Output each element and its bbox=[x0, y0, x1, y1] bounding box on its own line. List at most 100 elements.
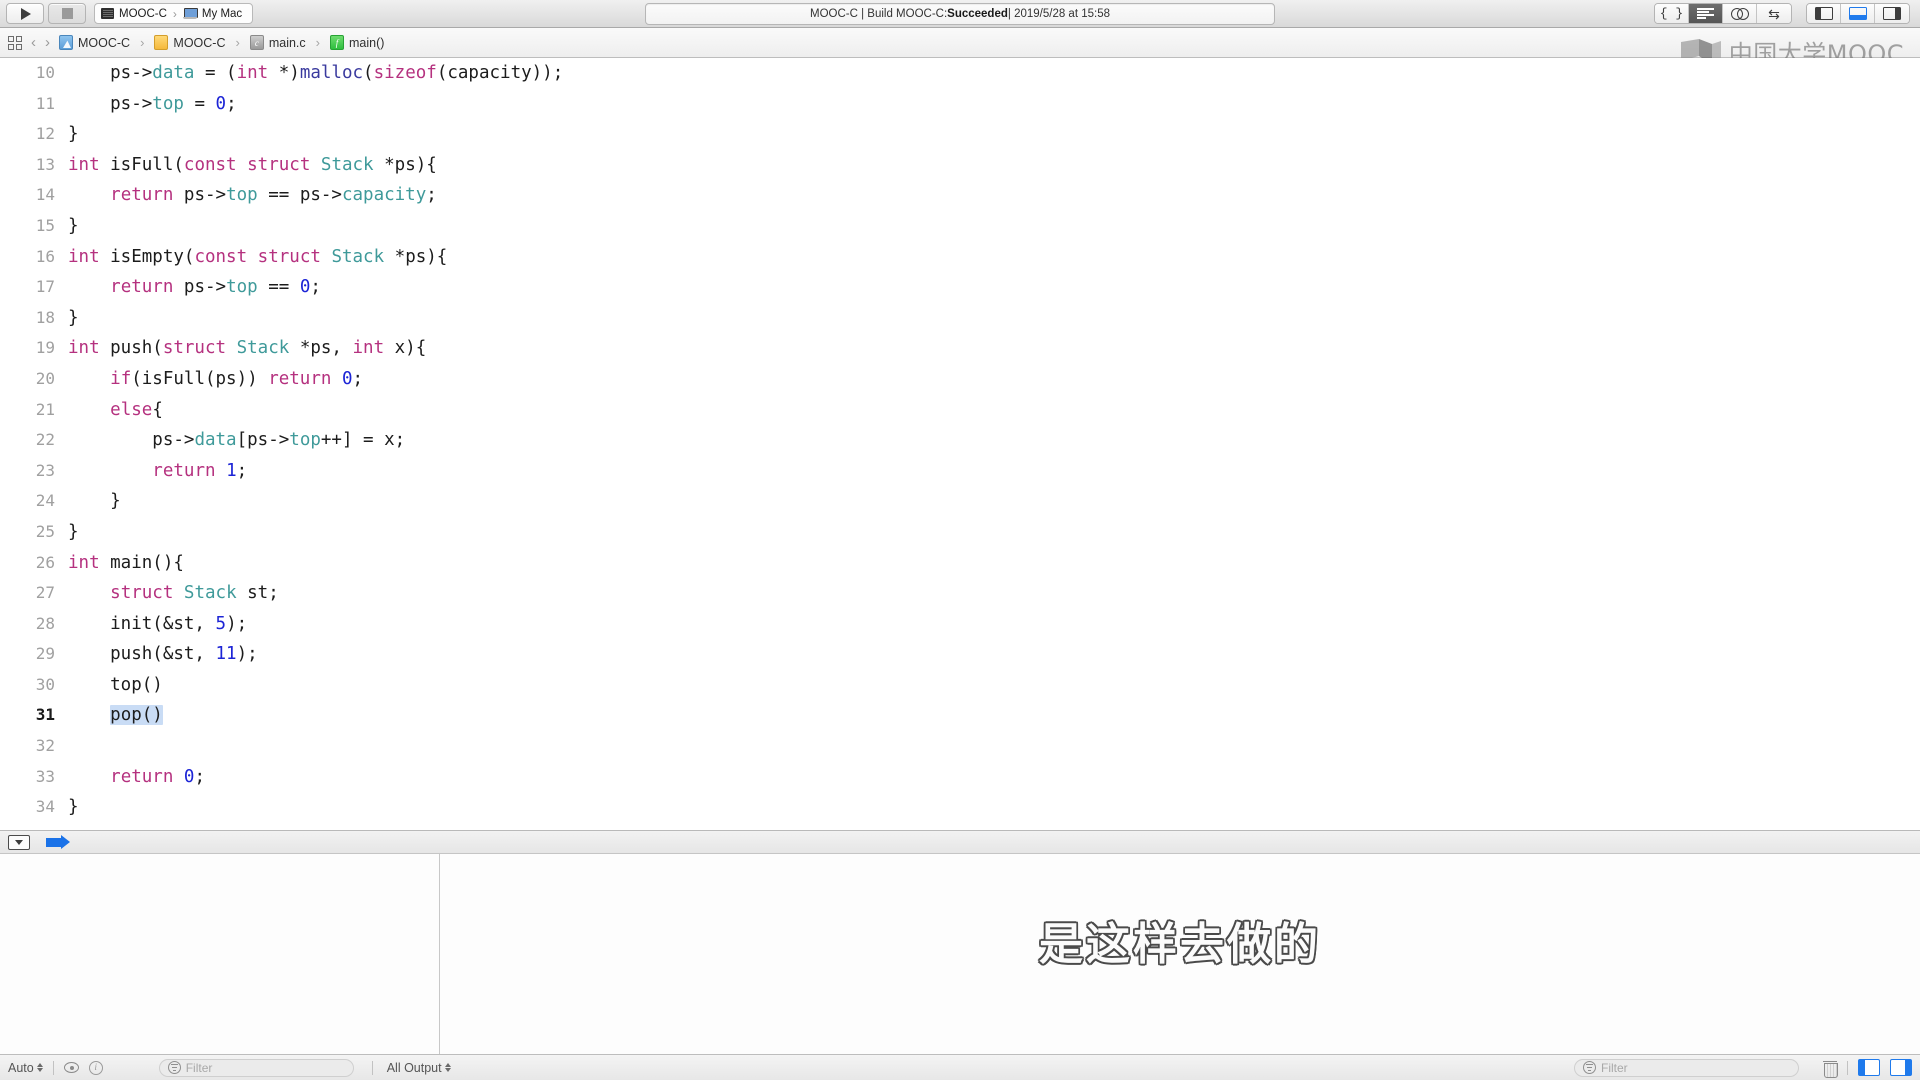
code-line[interactable]: 23 return 1; bbox=[0, 456, 1920, 487]
variables-filter-input[interactable]: Filter bbox=[158, 1058, 354, 1077]
folder-icon bbox=[154, 35, 169, 50]
code-token: } bbox=[68, 124, 79, 145]
assistant-editor-button[interactable] bbox=[1723, 4, 1757, 23]
source-editor[interactable]: 10 ps->data = (int *)malloc(sizeof(capac… bbox=[0, 58, 1920, 830]
console-view[interactable]: 是这样去做的 bbox=[440, 854, 1920, 1054]
breadcrumb-separator: › bbox=[315, 35, 321, 50]
variables-view[interactable] bbox=[0, 854, 440, 1054]
code-line[interactable]: 11 ps->top = 0; bbox=[0, 89, 1920, 120]
code-text: return 0; bbox=[68, 762, 205, 793]
code-token: top bbox=[226, 185, 258, 206]
version-editor-button[interactable]: ⇆ bbox=[1757, 4, 1791, 23]
standard-editor-button[interactable] bbox=[1689, 4, 1723, 23]
split-left-icon[interactable] bbox=[1858, 1059, 1880, 1076]
code-text: } bbox=[68, 119, 79, 150]
code-line[interactable]: 33 return 0; bbox=[0, 762, 1920, 793]
code-token: init(&st, bbox=[68, 613, 216, 634]
navigator-toggle-button[interactable] bbox=[1807, 4, 1841, 23]
code-line[interactable]: 34} bbox=[0, 792, 1920, 823]
grid-icon[interactable] bbox=[8, 35, 22, 50]
output-selector[interactable]: All Output bbox=[387, 1061, 451, 1075]
code-token: ps-> bbox=[68, 430, 195, 451]
variables-filter-placeholder: Filter bbox=[185, 1060, 213, 1075]
code-token: 0 bbox=[215, 93, 227, 114]
code-line[interactable]: 32 bbox=[0, 731, 1920, 762]
code-token: ps-> bbox=[68, 63, 153, 83]
code-line[interactable]: 28 init(&st, 5); bbox=[0, 609, 1920, 640]
code-token: if bbox=[110, 368, 132, 389]
scope-selector[interactable]: Auto bbox=[8, 1061, 43, 1075]
breadcrumb-item-file[interactable]: c main.c bbox=[249, 35, 306, 50]
code-line[interactable]: 26 int main(){ bbox=[0, 548, 1920, 579]
code-line[interactable]: 19 int push(struct Stack *ps, int x){ bbox=[0, 333, 1920, 364]
code-line[interactable]: 27 struct Stack st; bbox=[0, 578, 1920, 609]
collapse-icon[interactable] bbox=[8, 834, 30, 850]
forward-icon[interactable]: › bbox=[45, 34, 50, 51]
status-result: Succeeded bbox=[947, 7, 1008, 20]
code-line[interactable]: 25} bbox=[0, 517, 1920, 548]
line-number: 23 bbox=[35, 460, 55, 480]
breakpoint-arrow-icon[interactable] bbox=[46, 835, 72, 849]
subtitle-overlay: 是这样去做的 bbox=[1039, 919, 1321, 970]
code-token: push(&st, bbox=[68, 644, 216, 665]
code-token: { bbox=[152, 399, 163, 420]
code-line[interactable]: 14 return ps->top == ps->capacity; bbox=[0, 180, 1920, 211]
back-icon[interactable]: ‹ bbox=[31, 34, 36, 51]
code-token: data bbox=[194, 430, 237, 451]
run-button[interactable] bbox=[6, 3, 44, 24]
breadcrumb-label: MOOC-C bbox=[173, 35, 226, 50]
info-icon[interactable]: i bbox=[88, 1060, 103, 1075]
trash-icon[interactable] bbox=[1823, 1060, 1838, 1078]
breadcrumb-item-project[interactable]: MOOC-C bbox=[59, 35, 130, 50]
breadcrumb-label: MOOC-C bbox=[78, 35, 131, 50]
code-line[interactable]: 12} bbox=[0, 119, 1920, 150]
line-number: 19 bbox=[35, 338, 55, 358]
code-line[interactable]: 24 } bbox=[0, 486, 1920, 517]
split-right-icon[interactable] bbox=[1890, 1059, 1912, 1076]
eye-icon[interactable] bbox=[63, 1062, 79, 1073]
code-token: ; bbox=[352, 368, 364, 389]
code-text: top() bbox=[68, 670, 163, 701]
output-stepper-icon bbox=[444, 1063, 451, 1072]
build-status-bar[interactable]: MOOC-C | Build MOOC-C: Succeeded | 2019/… bbox=[645, 2, 1275, 25]
scheme-selector[interactable]: MOOC-C › My Mac bbox=[94, 3, 254, 24]
debug-area: 是这样去做的 bbox=[0, 854, 1920, 1054]
code-token: Stack bbox=[320, 154, 374, 175]
line-number: 28 bbox=[35, 613, 55, 633]
code-line[interactable]: 16 int isEmpty(const struct Stack *ps){ bbox=[0, 242, 1920, 273]
code-line[interactable]: 29 push(&st, 11); bbox=[0, 639, 1920, 670]
line-number: 15 bbox=[35, 215, 55, 235]
code-token: int bbox=[352, 338, 385, 359]
standard-editor-icon bbox=[1697, 7, 1714, 20]
code-token: 0 bbox=[341, 368, 353, 389]
code-line[interactable]: 15} bbox=[0, 211, 1920, 242]
code-line[interactable]: 10 ps->data = (int *)malloc(sizeof(capac… bbox=[0, 58, 1920, 89]
stop-button[interactable] bbox=[48, 3, 86, 24]
code-line[interactable]: 22 ps->data[ps->top++] = x; bbox=[0, 425, 1920, 456]
code-line[interactable]: 20 if(isFull(ps)) return 0; bbox=[0, 364, 1920, 395]
debug-area-toggle-button[interactable] bbox=[1841, 4, 1875, 23]
breadcrumb-item-function[interactable]: f main() bbox=[330, 35, 384, 50]
code-line[interactable]: 18} bbox=[0, 303, 1920, 334]
code-line[interactable]: 31 pop() bbox=[0, 700, 1920, 731]
braces-editor-button[interactable]: { } bbox=[1655, 4, 1689, 23]
breadcrumb-item-folder[interactable]: MOOC-C bbox=[154, 35, 226, 50]
code-token: ps-> bbox=[173, 277, 227, 298]
code-token: else bbox=[110, 399, 153, 420]
code-token: int bbox=[68, 552, 100, 573]
code-line[interactable]: 21 else{ bbox=[0, 395, 1920, 426]
utilities-toggle-button[interactable] bbox=[1875, 4, 1909, 23]
code-token: = bbox=[183, 93, 216, 114]
stop-icon bbox=[61, 8, 73, 19]
code-line[interactable]: 30 top() bbox=[0, 670, 1920, 701]
code-token: Stack bbox=[236, 338, 290, 359]
code-line[interactable]: 13 int isFull(const struct Stack *ps){ bbox=[0, 150, 1920, 181]
console-filter-input[interactable]: Filter bbox=[1574, 1058, 1799, 1077]
code-token: 11 bbox=[215, 644, 237, 665]
code-line[interactable]: 17 return ps->top == 0; bbox=[0, 272, 1920, 303]
